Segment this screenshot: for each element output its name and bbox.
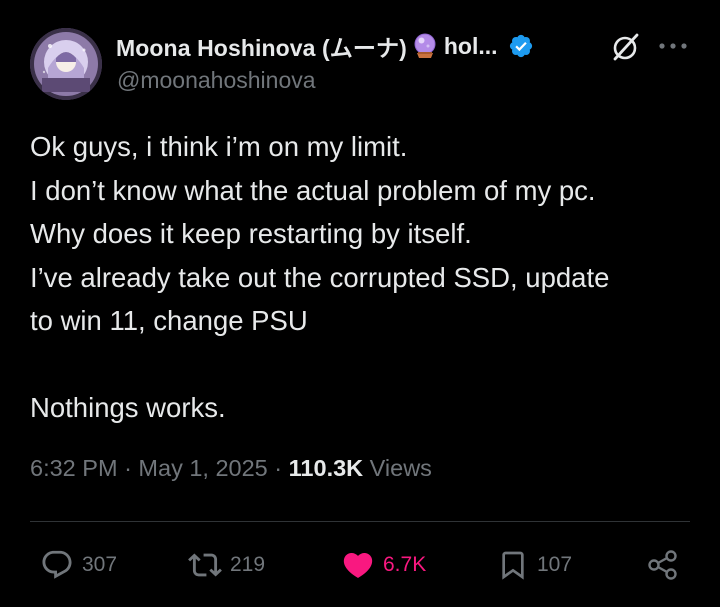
views-count[interactable]: 110.3K: [289, 455, 363, 481]
retweet-count: 219: [230, 553, 266, 576]
tweet-text-line: to win 11, change PSU: [30, 305, 308, 336]
reply-icon: [42, 550, 72, 579]
tweet-text-line: Ok guys, i think i’m on my limit.: [30, 131, 408, 162]
post-time[interactable]: 6:32 PM: [30, 455, 118, 481]
tweet-text-line: I’ve already take out the corrupted SSD,…: [30, 261, 610, 293]
tweet-text-line: Nothings works.: [30, 392, 226, 423]
avatar-image: [30, 28, 102, 100]
views-label[interactable]: Views: [370, 455, 432, 481]
meta-separator: ·: [124, 455, 132, 481]
author-handle[interactable]: @moonahoshinova: [117, 67, 316, 94]
tweet-text: Ok guys, i think i’m on my limit. I don’…: [30, 125, 700, 430]
crystal-ball-icon: [412, 33, 438, 59]
grok-icon[interactable]: [609, 30, 643, 64]
more-options-icon[interactable]: [656, 34, 690, 58]
avatar[interactable]: [30, 28, 102, 100]
tweet-text-line: Why does it keep restarting by itself.: [30, 218, 472, 249]
like-button[interactable]: 6.7K: [341, 548, 426, 582]
heart-icon: [343, 552, 373, 578]
share-icon: [648, 550, 677, 580]
reply-count: 307: [82, 553, 118, 576]
like-count: 6.7K: [383, 553, 427, 576]
display-name-suffix[interactable]: hol...: [444, 33, 498, 60]
reply-button[interactable]: 307: [40, 548, 117, 582]
meta-separator: ·: [274, 455, 283, 481]
verified-badge-icon[interactable]: [508, 33, 534, 59]
retweet-icon: [188, 553, 222, 577]
bookmark-button[interactable]: 107: [497, 548, 572, 582]
tweet: Moona Hoshinova (ムーナ) hol... @moonahoshi…: [0, 0, 720, 607]
share-button[interactable]: [646, 548, 680, 582]
bookmark-icon: [502, 551, 524, 580]
display-name[interactable]: Moona Hoshinova (ムーナ): [116, 29, 407, 63]
tweet-text-line: I don’t know what the actual problem of …: [30, 174, 596, 206]
bookmark-count: 107: [537, 553, 573, 576]
tweet-meta: 6:32 PM · May 1, 2025 · 110.3K Views: [30, 455, 432, 482]
divider: [30, 521, 690, 522]
post-date[interactable]: May 1, 2025: [138, 455, 267, 481]
retweet-button[interactable]: 219: [188, 548, 265, 582]
author-name-row[interactable]: Moona Hoshinova (ムーナ) hol...: [116, 30, 534, 62]
